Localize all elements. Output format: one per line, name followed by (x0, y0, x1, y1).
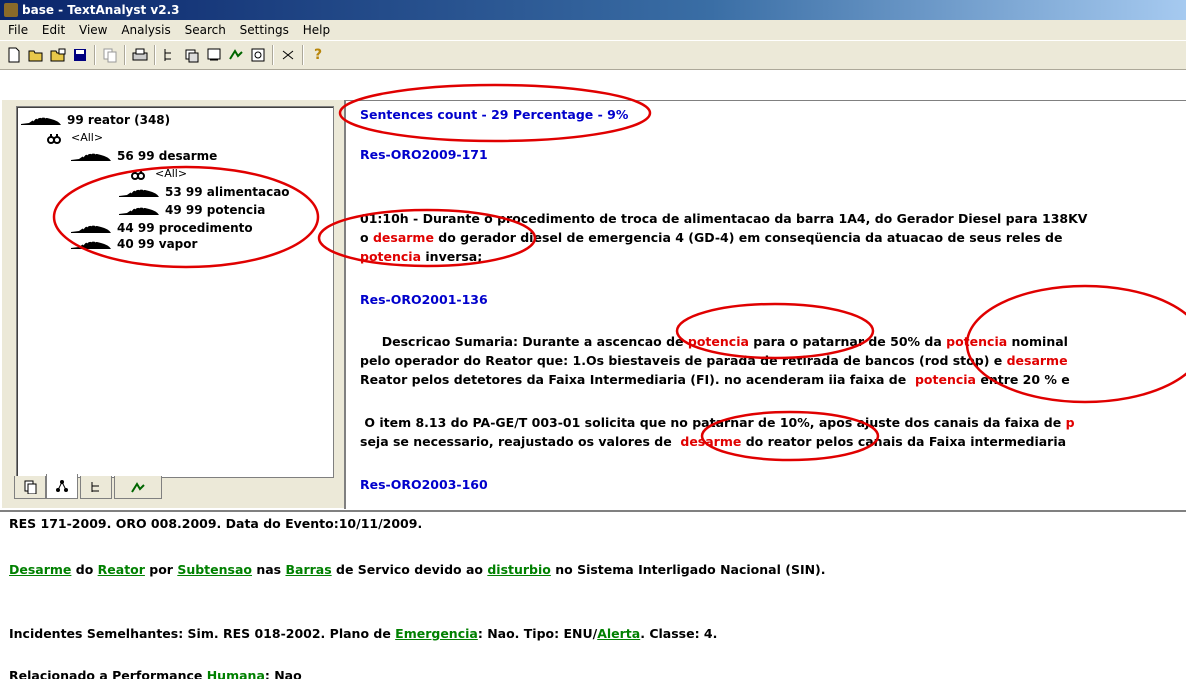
hierarchy-icon (91, 482, 99, 492)
menu-analysis[interactable]: Analysis (116, 20, 175, 40)
menu-view[interactable]: View (74, 20, 112, 40)
result-text-line: potencia inversa; (360, 249, 483, 264)
tree-node-label: 44 99 procedimento (117, 221, 253, 235)
menu-help[interactable]: Help (298, 20, 335, 40)
menu-settings[interactable]: Settings (235, 20, 294, 40)
result-text-line: 01:10h - Durante o procedimento de troca… (360, 211, 1088, 226)
menu-search[interactable]: Search (180, 20, 231, 40)
document-icon (24, 480, 37, 494)
tree-node-label: <All> (155, 167, 188, 180)
search-icon[interactable] (226, 45, 246, 65)
topic-tree[interactable]: 99 reator (348) <All> 56 99 desarme <All… (16, 106, 334, 478)
highlighted-term: potencia (360, 249, 422, 264)
results-pane[interactable]: Sentences count - 29 Percentage - 9% Res… (344, 100, 1186, 509)
term-link[interactable]: Subtensao (177, 562, 252, 577)
turtle-icon (71, 239, 111, 249)
result-text-line: O item 8.13 do PA-GE/T 003-01 solicita q… (360, 415, 1075, 430)
tree-node-label: 40 99 vapor (117, 237, 198, 251)
tree-node-label: 53 99 alimentacao (165, 185, 290, 199)
result-text-line: Reator pelos detetores da Faixa Intermed… (360, 372, 1070, 387)
tree-node-label: 99 reator (348) (67, 113, 171, 127)
copy-icon[interactable] (100, 45, 120, 65)
menu-edit[interactable]: Edit (37, 20, 70, 40)
term-link[interactable]: Alerta (597, 626, 640, 641)
title-bar: base - TextAnalyst v2.3 (0, 0, 1186, 20)
term-link[interactable]: Barras (285, 562, 331, 577)
print-icon[interactable] (130, 45, 150, 65)
tree-icon[interactable] (160, 45, 180, 65)
tree-node-alimentacao[interactable]: 53 99 alimentacao (117, 183, 290, 201)
help-icon[interactable]: ? (308, 45, 328, 65)
new-icon[interactable] (4, 45, 24, 65)
turtle-icon (119, 187, 159, 197)
tree-node-label: 49 99 potencia (165, 203, 266, 217)
search-results-icon (131, 482, 145, 493)
result-text-line: o desarme do gerador diesel de emergenci… (360, 230, 1063, 245)
tree-node-label: 56 99 desarme (117, 149, 218, 163)
menu-bar: File Edit View Analysis Search Settings … (0, 20, 1186, 41)
term-link[interactable]: Desarme (9, 562, 71, 577)
highlighted-term: potencia (687, 334, 749, 349)
turtle-icon (71, 151, 111, 161)
results-header: Sentences count - 29 Percentage - 9% (360, 107, 629, 122)
cut-icon[interactable] (278, 45, 298, 65)
result-text-line: seja se necessario, reajustado os valore… (360, 434, 1067, 449)
app-icon (4, 3, 18, 17)
tree-node-potencia[interactable]: 49 99 potencia (117, 201, 265, 219)
highlighted-term: potencia (946, 334, 1008, 349)
turtle-icon (21, 115, 61, 125)
tree-node-root[interactable]: 99 reator (348) (19, 111, 170, 129)
open-icon[interactable] (26, 45, 46, 65)
tree-node-vapor[interactable]: 40 99 vapor (69, 235, 197, 253)
reference-heading: Res-ORO2009-171 (360, 147, 488, 162)
binoculars-icon (131, 170, 145, 180)
topic-tab[interactable] (80, 476, 112, 499)
text-tab[interactable] (14, 476, 46, 499)
search-tab[interactable] (114, 476, 162, 499)
document-line: Incidentes Semelhantes: Sim. RES 018-200… (9, 626, 718, 641)
highlighted-term: p (1065, 415, 1075, 430)
document-line: RES 171-2009. ORO 008.2009. Data do Even… (9, 516, 423, 531)
save-icon[interactable] (70, 45, 90, 65)
tree-node-label: <All> (71, 131, 104, 144)
highlighted-term: potencia (914, 372, 976, 387)
binoculars-icon (47, 134, 61, 144)
highlighted-term: desarme (680, 434, 742, 449)
term-link[interactable]: Humana (207, 668, 265, 679)
tree-node-desarme[interactable]: 56 99 desarme (69, 147, 217, 165)
tree-node-all[interactable]: <All> (131, 165, 187, 183)
semantic-network-icon[interactable] (182, 45, 202, 65)
highlighted-term: desarme (372, 230, 434, 245)
network-icon (56, 480, 68, 492)
reference-heading: Res-ORO2001-136 (360, 292, 488, 307)
document-line: Relacionado a Performance Humana: Nao (9, 668, 302, 679)
result-text-line: Descricao Sumaria: Durante a ascencao de… (360, 334, 1068, 349)
term-link[interactable]: Reator (98, 562, 145, 577)
reference-heading: Res-ORO2003-160 (360, 477, 488, 492)
document-pane[interactable]: RES 171-2009. ORO 008.2009. Data do Even… (0, 510, 1186, 679)
term-link[interactable]: Emergencia (395, 626, 478, 641)
result-text-line: pelo operador do Reator que: 1.Os biesta… (360, 353, 1068, 368)
find-icon[interactable] (248, 45, 268, 65)
window-title: base - TextAnalyst v2.3 (22, 3, 180, 17)
turtle-icon (119, 205, 159, 215)
menu-file[interactable]: File (0, 20, 33, 40)
toolbar: ? (0, 41, 1186, 70)
tree-tab[interactable] (46, 474, 78, 499)
left-pane: 99 reator (348) <All> 56 99 desarme <All… (2, 100, 344, 508)
document-line: Desarme do Reator por Subtensao nas Barr… (9, 562, 826, 577)
open-base-icon[interactable] (48, 45, 68, 65)
tree-node-all[interactable]: <All> (47, 129, 103, 147)
term-link[interactable]: disturbio (487, 562, 551, 577)
turtle-icon (71, 223, 111, 233)
highlighted-term: desarme (1006, 353, 1068, 368)
summary-icon[interactable] (204, 45, 224, 65)
